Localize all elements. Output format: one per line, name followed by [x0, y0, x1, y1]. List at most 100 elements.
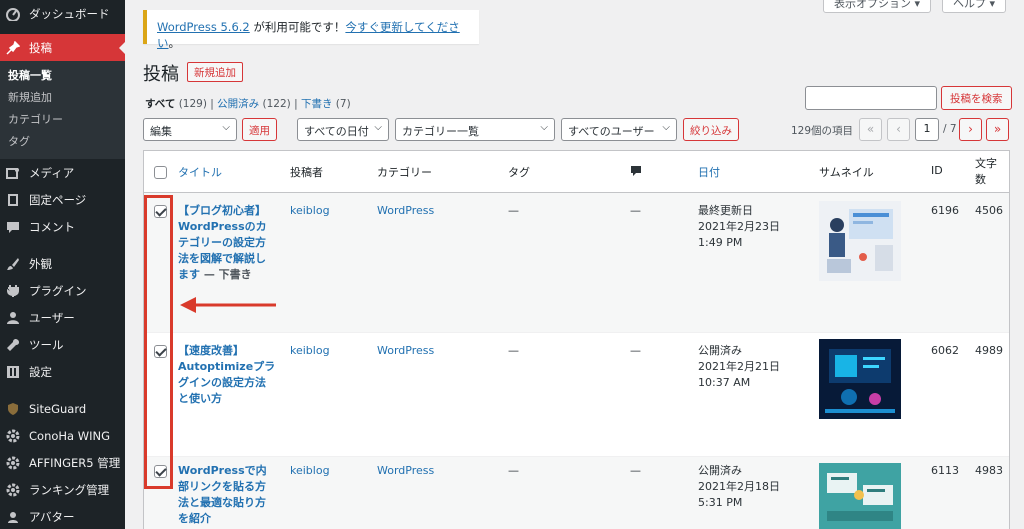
char-count: 4983 — [975, 464, 1003, 477]
sidebar-item-dashboard[interactable]: ダッシュボード — [0, 0, 125, 27]
sidebar-item-ranking[interactable]: ランキング管理 — [0, 476, 125, 503]
help-button[interactable]: ヘルプ ▾ — [942, 0, 1007, 13]
version-link[interactable]: WordPress 5.6.2 — [157, 20, 250, 34]
tags-cell: — — [508, 204, 519, 217]
user-filter-select[interactable]: すべてのユーザー ⌵ — [561, 118, 677, 141]
date-value: 2021年2月18日 5:31 PM — [698, 480, 780, 509]
column-tags: タグ — [508, 166, 530, 179]
next-page-button[interactable]: › — [959, 118, 982, 141]
siteguard-icon — [6, 402, 20, 416]
post-title-text: 【速度改善】Autoptimizeプラグインの設定方法と使い方 — [178, 344, 276, 405]
post-id: 6113 — [931, 464, 959, 477]
items-count: 129個の項目 — [791, 125, 854, 137]
date-filter-select[interactable]: すべての日付 ⌵ — [297, 118, 389, 141]
select-all-checkbox[interactable] — [154, 166, 167, 179]
post-thumbnail — [819, 463, 901, 529]
search-posts-button[interactable]: 投稿を検索 — [941, 86, 1012, 110]
sidebar-item-comments[interactable]: コメント — [0, 213, 125, 240]
separator: | — [206, 98, 218, 110]
admin-sidebar: ダッシュボード 投稿 投稿一覧 新規追加 カテゴリー タグ メディア 固定ページ… — [0, 0, 125, 529]
post-title-link[interactable]: 【速度改善】Autoptimizeプラグインの設定方法と使い方 — [178, 343, 276, 407]
chevron-down-icon: ⌵ — [222, 122, 230, 133]
sidebar-item-settings[interactable]: 設定 — [0, 358, 125, 385]
notice-text: が利用可能です！ — [249, 20, 346, 34]
brush-icon — [6, 257, 20, 271]
date-status: 公開済み — [698, 464, 742, 477]
sidebar-item-avatar[interactable]: アバター — [0, 503, 125, 529]
gear-icon — [6, 483, 20, 497]
sidebar-item-label: 固定ページ — [29, 192, 87, 207]
filter-all[interactable]: すべて — [145, 98, 175, 110]
add-new-button[interactable]: 新規追加 — [187, 62, 243, 82]
date-value: 2021年2月23日 1:49 PM — [698, 220, 780, 249]
submenu-item-all-posts[interactable]: 投稿一覧 — [0, 65, 125, 87]
last-page-button[interactable]: » — [986, 118, 1009, 141]
sidebar-item-posts[interactable]: 投稿 — [0, 34, 125, 61]
column-date[interactable]: 日付 — [698, 164, 720, 180]
filter-button[interactable]: 絞り込み — [683, 118, 739, 141]
category-link[interactable]: WordPress — [377, 343, 434, 359]
table-row: 【速度改善】Autoptimizeプラグインの設定方法と使い方 keiblog … — [144, 333, 1009, 457]
user-filter-value: すべてのユーザー — [568, 125, 655, 138]
author-link[interactable]: keiblog — [290, 203, 330, 219]
column-category: カテゴリー — [377, 166, 432, 179]
avatar-icon — [6, 510, 20, 524]
sidebar-item-label: ランキング管理 — [29, 482, 110, 497]
current-page-input[interactable]: 1 — [915, 118, 939, 141]
author-link[interactable]: keiblog — [290, 343, 330, 359]
comment-icon[interactable] — [630, 165, 642, 180]
sidebar-item-appearance[interactable]: 外観 — [0, 250, 125, 277]
submenu-item-categories[interactable]: カテゴリー — [0, 109, 125, 131]
category-filter-select[interactable]: カテゴリー一覧 ⌵ — [395, 118, 555, 141]
sidebar-item-label: ツール — [29, 337, 64, 352]
date-status: 最終更新日 — [698, 204, 753, 217]
first-page-button[interactable]: « — [859, 118, 882, 141]
tags-cell: — — [508, 344, 519, 357]
filter-published[interactable]: 公開済み — [217, 98, 259, 110]
dashboard-icon — [6, 7, 20, 21]
status-filter-links: すべて (129) | 公開済み (122) | 下書き (7) — [145, 96, 351, 111]
sidebar-item-media[interactable]: メディア — [0, 159, 125, 186]
date-cell: 最終更新日 2021年2月23日 1:49 PM — [698, 203, 802, 251]
sidebar-item-label: SiteGuard — [29, 401, 87, 416]
media-icon — [6, 166, 20, 180]
total-pages: / 7 — [943, 123, 957, 135]
apply-button[interactable]: 適用 — [242, 118, 277, 141]
sidebar-item-users[interactable]: ユーザー — [0, 304, 125, 331]
post-state: — 下書き — [200, 268, 252, 281]
chevron-down-icon: ⌵ — [662, 122, 670, 133]
sidebar-item-affinger5[interactable]: AFFINGER5 管理 — [0, 449, 125, 476]
screen-options-button[interactable]: 表示オプション ▾ — [823, 0, 932, 13]
author-link[interactable]: keiblog — [290, 463, 330, 479]
post-title-link[interactable]: WordPressで内部リンクを貼る方法と最適な貼り方を紹介 — [178, 463, 276, 527]
column-author: 投稿者 — [290, 166, 323, 179]
table-header: タイトル 投稿者 カテゴリー タグ 日付 サムネイル ID 文字数 — [144, 151, 1009, 193]
filter-draft[interactable]: 下書き — [301, 98, 333, 110]
prev-page-button[interactable]: ‹ — [887, 118, 910, 141]
category-link[interactable]: WordPress — [377, 203, 434, 219]
post-thumbnail — [819, 201, 901, 281]
sidebar-item-label: AFFINGER5 管理 — [29, 455, 121, 470]
bulk-action-select[interactable]: 編集 ⌵ — [143, 118, 237, 141]
sidebar-item-label: ConoHa WING — [29, 428, 111, 443]
date-cell: 公開済み 2021年2月21日 10:37 AM — [698, 343, 802, 391]
tags-cell: — — [508, 464, 519, 477]
sidebar-item-label: 設定 — [29, 364, 52, 379]
bulk-action-value: 編集 — [150, 125, 172, 138]
column-title[interactable]: タイトル — [178, 164, 222, 180]
update-notice: WordPress 5.6.2 が利用可能です！今すぐ更新してください。 — [143, 10, 479, 50]
submenu-item-add-new[interactable]: 新規追加 — [0, 87, 125, 109]
sidebar-item-plugins[interactable]: プラグイン — [0, 277, 125, 304]
filter-all-count: (129) — [178, 98, 207, 110]
submenu-item-tags[interactable]: タグ — [0, 131, 125, 153]
sidebar-item-conoha-wing[interactable]: ConoHa WING — [0, 422, 125, 449]
date-filter-value: すべての日付 — [304, 125, 369, 138]
sidebar-item-pages[interactable]: 固定ページ — [0, 186, 125, 213]
sidebar-item-siteguard[interactable]: SiteGuard — [0, 395, 125, 422]
search-input[interactable] — [805, 86, 937, 110]
sidebar-item-label: プラグイン — [29, 283, 87, 298]
category-link[interactable]: WordPress — [377, 463, 434, 479]
main-content: 表示オプション ▾ ヘルプ ▾ WordPress 5.6.2 が利用可能です！… — [125, 0, 1024, 529]
post-title-link[interactable]: 【ブログ初心者】WordPressのカテゴリーの設定方法を図解で解説します — … — [178, 203, 276, 283]
sidebar-item-tools[interactable]: ツール — [0, 331, 125, 358]
